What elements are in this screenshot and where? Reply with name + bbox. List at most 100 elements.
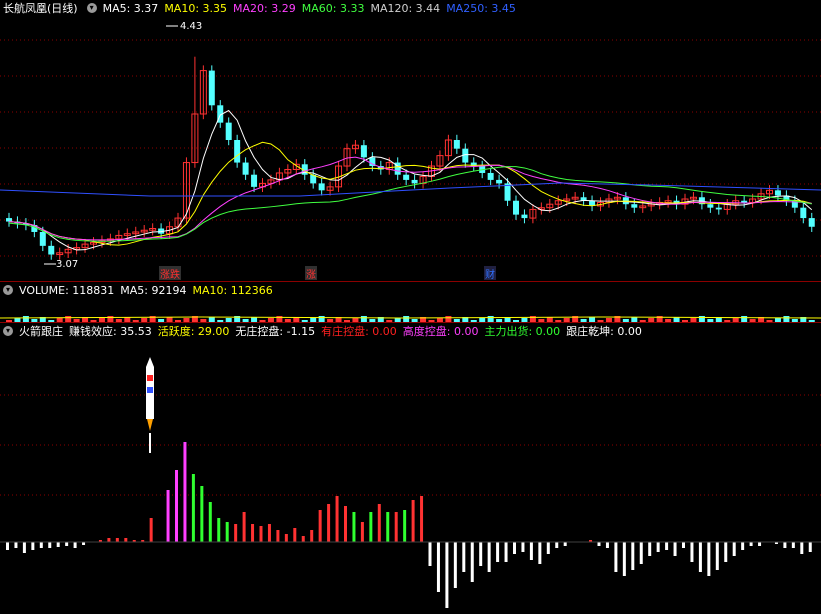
rocket-bar-positive	[284, 534, 288, 542]
ma10-line	[8, 141, 812, 246]
rocket-bar-negative	[631, 542, 635, 570]
rocket-bar-negative	[48, 542, 52, 548]
rocket-bar-negative	[673, 542, 677, 556]
volume-pane[interactable]: ▾ VOLUME: 118831 MA5: 92194 MA10: 112366	[0, 282, 821, 322]
high-control-label: 高度控盘: 0.00	[402, 325, 479, 338]
candle-body-down	[800, 207, 807, 219]
rocket-indicator-chart[interactable]	[0, 323, 821, 614]
rocket-bar-positive	[208, 502, 212, 542]
rocket-bar-negative	[436, 542, 440, 592]
rocket-bar-negative	[513, 542, 516, 554]
indicator-toggle-icon[interactable]: ▾	[86, 3, 97, 13]
price-pane[interactable]: 长航凤凰(日线) ▾ MA5: 3.37 MA10: 3.35 MA20: 3.…	[0, 0, 821, 280]
rocket-bar-negative	[479, 542, 483, 566]
activity-label: 活跃度: 29.00	[157, 325, 230, 338]
rocket-bar-positive	[225, 522, 229, 542]
rocket-bar-negative	[14, 542, 18, 548]
rocket-bar-positive	[318, 510, 322, 542]
rocket-bar-negative	[521, 542, 525, 552]
rocket-bar-positive	[251, 524, 255, 542]
rocket-bar-positive	[394, 512, 398, 542]
rocket-bar-negative	[445, 542, 449, 608]
rocket-bar-negative	[538, 542, 542, 564]
rocket-bar-positive	[344, 506, 347, 542]
rocket-bar-negative	[487, 542, 491, 572]
follow-dealer-label: 跟庄乾坤: 0.00	[566, 325, 642, 338]
rocket-bar-negative	[605, 542, 609, 548]
rocket-bar-negative	[724, 542, 728, 562]
earning-effect-label: 赚钱效应: 35.53	[69, 325, 152, 338]
candle-body-down	[242, 162, 249, 175]
rocket-bar-negative	[639, 542, 643, 564]
rocket-bar-negative	[6, 542, 9, 550]
price-chart[interactable]	[0, 0, 821, 280]
price-header: 长航凤凰(日线) ▾ MA5: 3.37 MA10: 3.35 MA20: 3.…	[0, 0, 522, 16]
rocket-bar-negative	[698, 542, 702, 572]
rocket-bar-positive	[411, 500, 415, 542]
indicator-toggle-icon[interactable]: ▾	[3, 285, 13, 295]
candle-body-down	[521, 214, 528, 219]
ma5-label: MA5: 3.37	[102, 1, 159, 15]
rocket-pane[interactable]: ▾ 火箭跟庄 赚钱效应: 35.53 活跃度: 29.00 无庄控盘: -1.1…	[0, 323, 821, 614]
rocket-bar-positive	[386, 512, 390, 542]
rocket-bar-negative	[453, 542, 457, 588]
candle-body-down	[403, 174, 410, 180]
rocket-bar-negative	[56, 542, 60, 547]
ma120-label: MA120: 3.44	[370, 1, 441, 15]
rocket-bar-negative	[529, 542, 533, 560]
event-tag-3[interactable]: 财	[484, 266, 496, 280]
rocket-bar-negative	[715, 542, 719, 570]
rocket-bar-negative	[665, 542, 669, 550]
rocket-bar-negative	[749, 542, 753, 546]
candle-body-down	[774, 190, 781, 196]
candle-body-down	[453, 140, 460, 149]
rocket-bar-negative	[555, 542, 559, 548]
ma250-line	[0, 182, 821, 197]
candle-body-down	[504, 183, 511, 201]
candle-body-down	[741, 200, 748, 203]
rocket-bar-negative	[648, 542, 652, 556]
rocket-bar-negative	[39, 542, 43, 548]
rocket-bar-negative	[808, 542, 812, 552]
candle-body-down	[513, 200, 519, 215]
volume-header: ▾ VOLUME: 118831 MA5: 92194 MA10: 112366	[0, 282, 279, 298]
candle-body-down	[234, 140, 241, 163]
rocket-bar-positive	[327, 504, 331, 542]
rocket-bar-negative	[656, 542, 660, 552]
rocket-bar-positive	[310, 530, 314, 542]
rocket-bar-negative	[496, 542, 500, 562]
event-tag-2[interactable]: 涨	[305, 266, 317, 280]
rocket-bar-negative	[614, 542, 618, 572]
rocket-bar-positive	[369, 512, 373, 542]
vol-ma10-label: MA10: 112366	[192, 283, 273, 297]
event-tag-1[interactable]: 涨跌	[159, 266, 181, 280]
rocket-stripe	[147, 375, 153, 381]
candle-body-down	[251, 174, 258, 187]
rocket-bar-negative	[22, 542, 26, 553]
rocket-bar-positive	[200, 486, 204, 542]
rocket-bar-positive	[115, 538, 119, 542]
rocket-bar-negative	[741, 542, 745, 550]
rocket-bar-positive	[183, 442, 187, 542]
candle-body-down	[631, 204, 638, 208]
high-price-label: 4.43	[180, 21, 203, 32]
rocket-bar-positive	[276, 530, 280, 542]
indicator-toggle-icon[interactable]: ▾	[3, 326, 13, 336]
rocket-bar-positive	[259, 526, 263, 542]
rocket-bar-negative	[462, 542, 466, 572]
rocket-bar-negative	[707, 542, 711, 576]
rocket-bar-positive	[335, 496, 339, 542]
candle-body-down	[225, 122, 232, 140]
rocket-stripe	[147, 387, 153, 393]
rocket-bar-negative	[800, 542, 804, 554]
candle-body-down	[208, 70, 215, 106]
rocket-bar-positive	[352, 512, 356, 542]
rocket-bar-negative	[690, 542, 694, 562]
no-dealer-control-label: 无庄控盘: -1.15	[235, 325, 316, 338]
candle-body-down	[6, 218, 12, 222]
rocket-bar-negative	[563, 542, 567, 546]
rocket-bar-positive	[420, 496, 424, 542]
rocket-bar-negative	[546, 542, 550, 554]
rocket-bar-negative	[470, 542, 474, 582]
volume-label: VOLUME: 118831	[19, 283, 115, 297]
